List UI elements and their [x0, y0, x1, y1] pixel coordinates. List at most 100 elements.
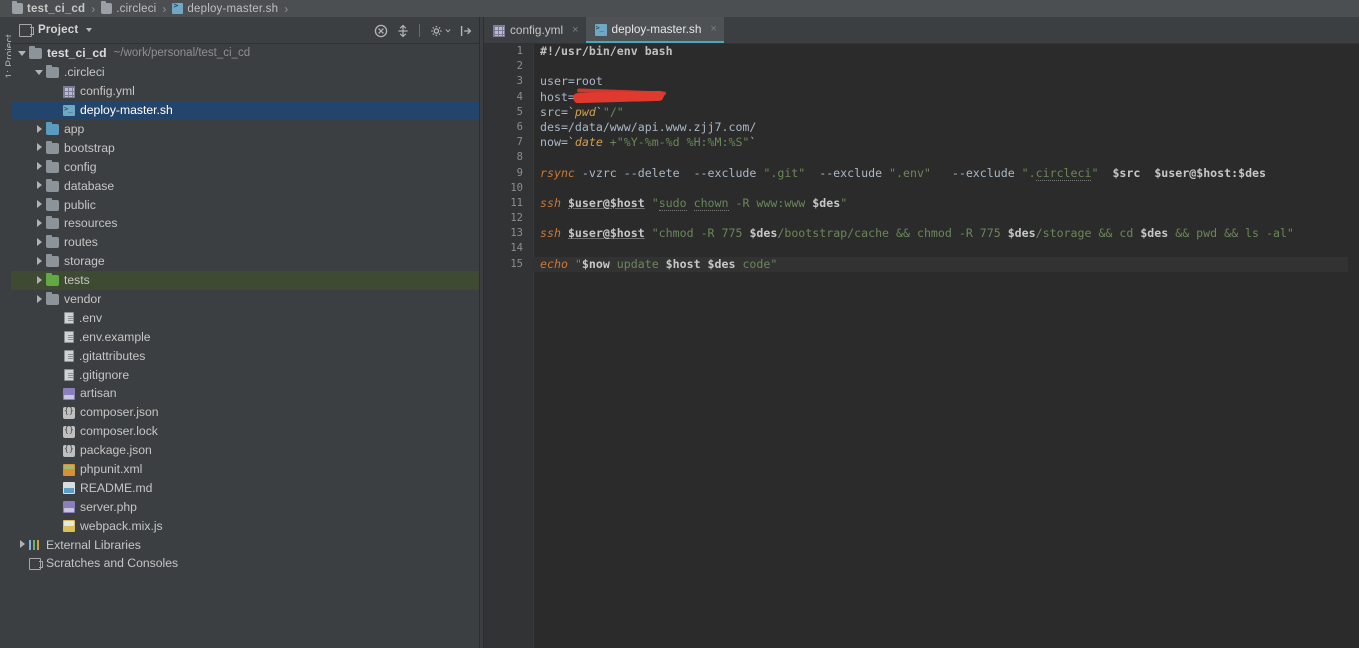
tree-item-config[interactable]: config: [11, 157, 479, 176]
collapse-all-icon[interactable]: [373, 23, 388, 38]
code-viewport[interactable]: 1 2 3 4 5 6 7 8 9 10 11 12 13 14 15 #!/usr/bin/env bas…: [484, 44, 1359, 648]
php-file-icon: [63, 387, 75, 400]
scroll-from-source-icon[interactable]: [395, 23, 410, 38]
project-panel-title-group[interactable]: Project: [19, 23, 93, 37]
tree-toggle-closed-icon[interactable]: [34, 256, 45, 267]
library-icon-icon: [29, 539, 41, 551]
tree-item-server-php[interactable]: server.php: [11, 497, 479, 516]
folder-grey-icon: [46, 178, 59, 192]
tree-item-label: composer.lock: [80, 424, 158, 439]
breadcrumb-separator: ›: [162, 1, 167, 16]
tree-item-phpunit-xml[interactable]: phpunit.xml: [11, 460, 479, 479]
line-number: 15: [510, 257, 523, 270]
editor-vertical-scrollbar[interactable]: [1348, 44, 1359, 648]
tree-item-label: composer.json: [80, 405, 159, 420]
line-number: 14: [510, 242, 523, 255]
tree-toggle-closed-icon[interactable]: [34, 161, 45, 172]
tree-item-deploy-master-sh[interactable]: deploy-master.sh: [11, 100, 479, 120]
settings-gear-icon[interactable]: [429, 23, 444, 38]
tree-toggle-open-icon[interactable]: [17, 48, 28, 59]
tree-item--env[interactable]: .env: [11, 308, 479, 327]
tree-item-composer-lock[interactable]: composer.lock: [11, 422, 479, 441]
tree-item-external-libraries[interactable]: External Libraries: [11, 535, 479, 554]
tree-item-public[interactable]: public: [11, 195, 479, 214]
tree-item-config-yml[interactable]: config.yml: [11, 82, 479, 101]
tree-item-vendor[interactable]: vendor: [11, 290, 479, 309]
editor-tab-config-yml[interactable]: config.yml ×: [484, 17, 586, 43]
chevron-down-icon[interactable]: [86, 28, 93, 32]
folder-green-icon: [46, 273, 59, 287]
tree-toggle-closed-icon[interactable]: [34, 180, 45, 191]
json-file-icon: [63, 405, 75, 419]
tree-item-label: .env.example: [79, 329, 151, 344]
tree-item-label: storage: [64, 254, 105, 269]
hide-panel-icon[interactable]: [458, 23, 473, 38]
tree-toggle-closed-icon[interactable]: [34, 294, 45, 305]
tree-item-tests[interactable]: tests: [11, 270, 479, 290]
editor-tab-label: deploy-master.sh: [611, 22, 702, 36]
line-number: 5: [516, 105, 523, 118]
folder-icon: [101, 1, 113, 14]
tree-item-composer-json[interactable]: composer.json: [11, 403, 479, 422]
js-file-icon: [63, 520, 75, 533]
tree-item-label: artisan: [80, 386, 117, 401]
close-icon[interactable]: ×: [710, 23, 716, 35]
tree-toggle-closed-icon[interactable]: [34, 275, 45, 286]
folder-grey-icon: [46, 140, 59, 154]
tree-toggle-open-icon[interactable]: [34, 67, 45, 78]
tree-item-storage[interactable]: storage: [11, 252, 479, 271]
line-number: 4: [516, 90, 523, 103]
tree-toggle-closed-icon[interactable]: [34, 237, 45, 248]
tree-item-package-json[interactable]: package.json: [11, 441, 479, 460]
tree-toggle-closed-icon[interactable]: [34, 124, 45, 135]
breadcrumb: test_ci_cd › .circleci › deploy-master.s…: [0, 0, 1359, 17]
tree-item--env-example[interactable]: .env.example: [11, 327, 479, 346]
tree-item-database[interactable]: database: [11, 176, 479, 195]
tree-item--gitignore[interactable]: .gitignore: [11, 365, 479, 384]
toolbar-divider: [419, 24, 420, 37]
breadcrumb-item-file[interactable]: deploy-master.sh: [172, 0, 278, 17]
folder-grey-icon: [46, 292, 59, 306]
tree-toggle-closed-icon[interactable]: [34, 142, 45, 153]
tree-item-label: server.php: [80, 499, 137, 514]
tree-item--circleci[interactable]: .circleci: [11, 63, 479, 82]
close-icon[interactable]: ×: [572, 24, 578, 36]
text-file-icon: [64, 312, 74, 325]
code-line-6: des=/data/www/api.www.zjj7.com/: [540, 119, 757, 134]
xml-file-icon: [63, 463, 75, 476]
line-number: 12: [510, 212, 523, 225]
tree-item-test-ci-cd[interactable]: test_ci_cd ~/work/personal/test_ci_cd: [11, 44, 479, 63]
folder-grey-icon: [46, 254, 59, 268]
ide-window: test_ci_cd › .circleci › deploy-master.s…: [0, 0, 1359, 648]
gear-dropdown-caret-icon[interactable]: [445, 23, 451, 38]
project-file-tree[interactable]: test_ci_cd ~/work/personal/test_ci_cd .cir…: [11, 44, 479, 648]
editor-tab-label: config.yml: [510, 23, 564, 37]
folder-grey-icon: [29, 46, 42, 60]
shell-file-icon: [63, 104, 75, 117]
tree-item-webpack-mix-js[interactable]: webpack.mix.js: [11, 516, 479, 535]
breadcrumb-item-project[interactable]: test_ci_cd: [12, 0, 85, 17]
tree-item-scratches-and-consoles[interactable]: Scratches and Consoles: [11, 554, 479, 573]
code-content[interactable]: #!/usr/bin/env bash user=root host=000.0…: [533, 44, 1359, 648]
tree-toggle-closed-icon[interactable]: [34, 218, 45, 229]
line-number: 6: [516, 120, 523, 133]
tree-toggle-closed-icon[interactable]: [34, 199, 45, 210]
tree-item-resources[interactable]: resources: [11, 214, 479, 233]
code-line-5: src=`pwd`"/": [540, 104, 624, 119]
tree-item--gitattributes[interactable]: .gitattributes: [11, 346, 479, 365]
tree-item-artisan[interactable]: artisan: [11, 384, 479, 403]
tree-item-readme-md[interactable]: README.md: [11, 478, 479, 497]
tree-item-label: phpunit.xml: [80, 462, 143, 477]
tree-toggle-closed-icon[interactable]: [17, 539, 28, 550]
editor-tab-deploy-master-sh[interactable]: deploy-master.sh ×: [585, 17, 724, 43]
text-file-icon: [64, 331, 74, 344]
breadcrumb-item-circleci[interactable]: .circleci: [101, 0, 156, 17]
tree-item-app[interactable]: app: [11, 120, 479, 139]
tree-item-bootstrap[interactable]: bootstrap: [11, 138, 479, 157]
tree-item-routes[interactable]: routes: [11, 233, 479, 252]
